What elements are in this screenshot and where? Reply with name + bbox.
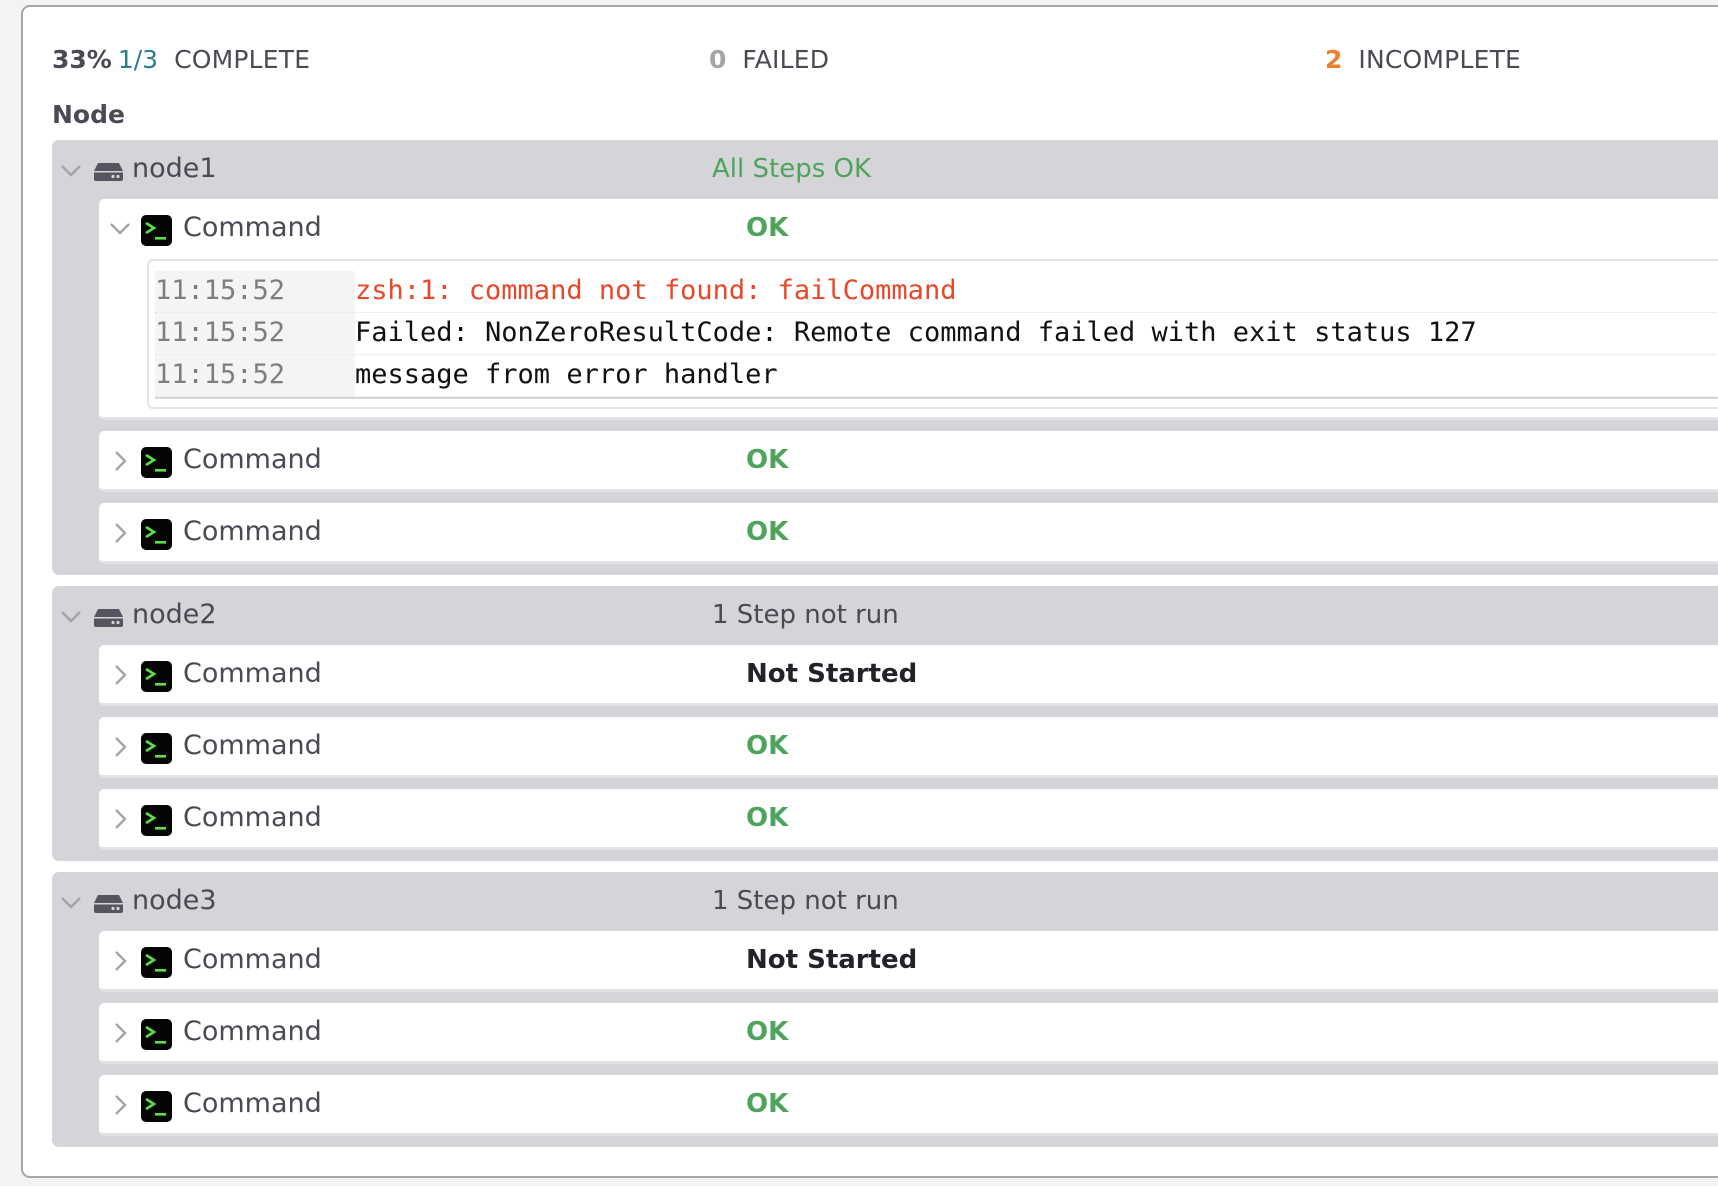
percent-complete: 33% [52, 45, 112, 74]
step-status: OK [746, 213, 789, 243]
node-status: All Steps OK [712, 154, 872, 184]
chevron-right-icon[interactable] [107, 948, 133, 974]
step-name[interactable]: Command [183, 944, 322, 975]
log-line: 11:15:52 message from error handler [155, 355, 1718, 397]
node-status: 1 Step not run [712, 886, 899, 916]
node-group-node1: node1 All Steps OK Command OK 11:15:52 z… [52, 140, 1718, 575]
step-card: Command Not Started [99, 645, 1718, 706]
node-group-node2: node2 1 Step not run Command Not Started… [52, 586, 1718, 861]
chevron-down-icon[interactable] [107, 216, 133, 242]
chevron-right-icon[interactable] [107, 662, 133, 688]
chevron-right-icon[interactable] [107, 1020, 133, 1046]
chevron-down-icon[interactable] [58, 890, 84, 916]
step-status: OK [746, 731, 789, 761]
execution-panel: 33% 1/3 COMPLETE 0 FAILED 2 INCOMPLETE Node … [21, 5, 1718, 1178]
node-name: node2 [132, 599, 217, 630]
server-icon [93, 162, 124, 182]
log-line: 11:15:52 Failed: NonZeroResultCode: Remo… [155, 313, 1718, 355]
terminal-icon [141, 519, 172, 550]
log-timestamp: 11:15:52 [155, 313, 355, 354]
node-column-heading: Node [52, 100, 125, 129]
step-name[interactable]: Command [183, 802, 322, 833]
node-header[interactable]: node3 1 Step not run [52, 872, 1718, 931]
step-status: Not Started [746, 659, 918, 689]
incomplete-summary: 2 INCOMPLETE [1325, 45, 1521, 74]
step-status: OK [746, 1017, 789, 1047]
step-status: OK [746, 803, 789, 833]
node-status: 1 Step not run [712, 600, 899, 630]
terminal-icon [141, 733, 172, 764]
terminal-icon [141, 1019, 172, 1050]
incomplete-count: 2 [1325, 45, 1343, 74]
log-output: 11:15:52 zsh:1: command not found: failC… [147, 259, 1718, 409]
chevron-right-icon[interactable] [107, 806, 133, 832]
step-card: Command OK 11:15:52 zsh:1: command not f… [99, 199, 1718, 420]
chevron-right-icon[interactable] [107, 448, 133, 474]
step-name[interactable]: Command [183, 1016, 322, 1047]
step-name[interactable]: Command [183, 1088, 322, 1119]
chevron-right-icon[interactable] [107, 1092, 133, 1118]
step-card: Command OK [99, 789, 1718, 850]
step-name[interactable]: Command [183, 730, 322, 761]
log-timestamp: 11:15:52 [155, 271, 355, 312]
terminal-icon [141, 1091, 172, 1122]
step-name[interactable]: Command [183, 444, 322, 475]
terminal-icon [141, 215, 172, 246]
log-message: Failed: NonZeroResultCode: Remote comman… [355, 317, 1477, 348]
complete-label: COMPLETE [174, 45, 311, 74]
step-card: Command OK [99, 431, 1718, 492]
server-icon [93, 608, 124, 628]
node-header[interactable]: node1 All Steps OK [52, 140, 1718, 199]
node-header[interactable]: node2 1 Step not run [52, 586, 1718, 645]
step-card: Command OK [99, 1003, 1718, 1064]
terminal-icon [141, 447, 172, 478]
complete-summary: 33% 1/3 COMPLETE [52, 45, 310, 74]
step-status: OK [746, 445, 789, 475]
step-status: OK [746, 1089, 789, 1119]
chevron-right-icon[interactable] [107, 520, 133, 546]
fraction-complete: 1/3 [117, 45, 159, 74]
step-name[interactable]: Command [183, 658, 322, 689]
failed-summary: 0 FAILED [709, 45, 829, 74]
server-icon [93, 894, 124, 914]
chevron-down-icon[interactable] [58, 604, 84, 630]
step-status: Not Started [746, 945, 918, 975]
log-message: zsh:1: command not found: failCommand [355, 275, 957, 306]
failed-count: 0 [709, 45, 727, 74]
step-name[interactable]: Command [183, 516, 322, 547]
node-name: node1 [132, 153, 217, 184]
node-group-node3: node3 1 Step not run Command Not Started… [52, 872, 1718, 1147]
terminal-icon [141, 805, 172, 836]
log-timestamp: 11:15:52 [155, 355, 355, 396]
log-message: message from error handler [355, 359, 778, 390]
step-card: Command Not Started [99, 931, 1718, 992]
step-card: Command OK [99, 717, 1718, 778]
failed-label: FAILED [742, 45, 830, 74]
chevron-right-icon[interactable] [107, 734, 133, 760]
chevron-down-icon[interactable] [58, 158, 84, 184]
incomplete-label: INCOMPLETE [1358, 45, 1522, 74]
step-card: Command OK [99, 503, 1718, 564]
step-status: OK [746, 517, 789, 547]
step-name[interactable]: Command [183, 212, 322, 243]
log-line: 11:15:52 zsh:1: command not found: failC… [155, 271, 1718, 313]
step-card: Command OK [99, 1075, 1718, 1136]
summary-bar: 33% 1/3 COMPLETE 0 FAILED 2 INCOMPLETE [23, 7, 1718, 122]
terminal-icon [141, 661, 172, 692]
node-name: node3 [132, 885, 217, 916]
terminal-icon [141, 947, 172, 978]
